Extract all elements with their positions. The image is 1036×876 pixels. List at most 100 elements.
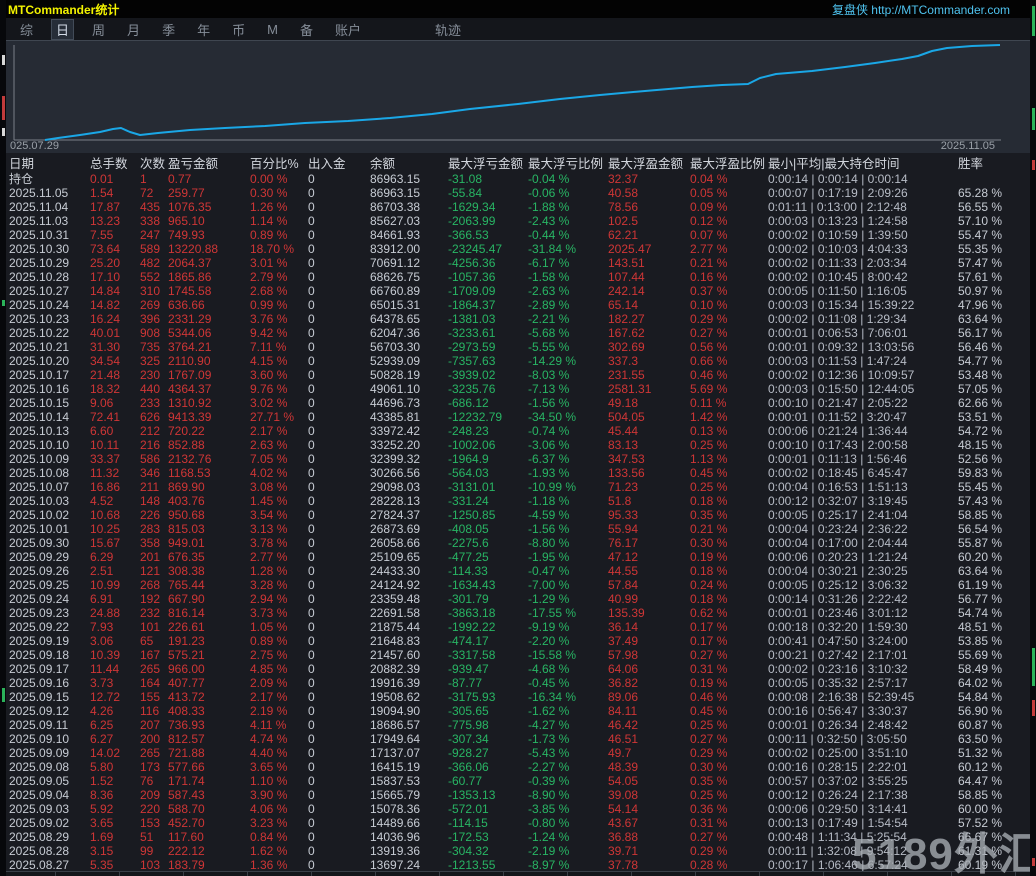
column-header-max-float-loss-pct[interactable]: 最大浮亏比例 — [528, 156, 608, 172]
column-header-percent[interactable]: 百分比% — [250, 156, 308, 172]
cell-max-float-loss: -3131.01 — [448, 480, 528, 494]
column-header-date[interactable]: 日期 — [9, 156, 90, 172]
cell-profit: 736.93 — [168, 718, 250, 732]
table-row[interactable]: 2025.09.124.26116408.332.19 %019094.90-3… — [0, 704, 1036, 718]
table-row[interactable]: 2025.09.296.29201676.352.77 %025109.65-4… — [0, 550, 1036, 564]
table-row[interactable]: 2025.10.2414.82269636.660.99 %065015.31-… — [0, 298, 1036, 312]
table-row[interactable]: 2025.09.1512.72155413.722.17 %019508.62-… — [0, 690, 1036, 704]
menu-item-trajectory[interactable]: 轨迹 — [431, 19, 465, 40]
table-row[interactable]: 2025.10.159.062331310.923.02 %044696.73-… — [0, 396, 1036, 410]
table-row[interactable]: 2025.11.0313.23338965.101.14 %085627.03-… — [0, 214, 1036, 228]
menu-item-6[interactable]: 币 — [228, 19, 249, 40]
table-row[interactable]: 2025.10.136.60212720.222.17 %033972.42-2… — [0, 424, 1036, 438]
table-row[interactable]: 2025.09.035.92220588.704.06 %015078.36-5… — [0, 802, 1036, 816]
table-row[interactable]: 2025.09.3015.67358949.013.78 %026058.66-… — [0, 536, 1036, 550]
table-row[interactable]: 2025.09.051.5276171.741.10 %015837.53-60… — [0, 774, 1036, 788]
menu-item-3[interactable]: 月 — [123, 19, 144, 40]
cell-max-float-profit: 135.39 — [608, 606, 690, 620]
table-row[interactable]: 2025.10.0811.323461168.534.02 %030266.56… — [0, 466, 1036, 480]
cell-max-float-loss: -3175.93 — [448, 690, 528, 704]
column-header-max-float-profit[interactable]: 最大浮盈金额 — [608, 156, 690, 172]
table-row[interactable]: 2025.09.2510.99268765.443.28 %024124.92-… — [0, 578, 1036, 592]
column-header-win-rate[interactable]: 胜率 — [958, 156, 1028, 172]
menu-item-5[interactable]: 年 — [193, 19, 214, 40]
cell-date: 2025.09.18 — [9, 648, 90, 662]
cell-balance: 33972.42 — [370, 424, 448, 438]
table-row[interactable]: 2025.09.227.93101226.611.05 %021875.44-1… — [0, 620, 1036, 634]
cell-percent: 3.28 % — [250, 578, 308, 592]
table-row[interactable]: 2025.10.2316.243962331.293.76 %064378.65… — [0, 312, 1036, 326]
table-row[interactable]: 2025.10.2131.307353764.217.11 %056703.30… — [0, 340, 1036, 354]
cell-max-float-profit: 167.62 — [608, 326, 690, 340]
table-row[interactable]: 2025.09.1711.44265966.004.85 %020882.39-… — [0, 662, 1036, 676]
table-row[interactable]: 2025.09.116.25207736.934.11 %018686.57-7… — [0, 718, 1036, 732]
menu-item-4[interactable]: 季 — [158, 19, 179, 40]
table-row[interactable]: 2025.10.2240.019085344.069.42 %062047.36… — [0, 326, 1036, 340]
table-row[interactable]: 2025.09.1810.39167575.212.75 %021457.60-… — [0, 648, 1036, 662]
column-header-trades[interactable]: 次数 — [140, 156, 168, 172]
table-row[interactable]: 2025.09.163.73164407.772.09 %019916.39-8… — [0, 676, 1036, 690]
table-row[interactable]: 2025.10.1618.324404364.379.76 %049061.10… — [0, 382, 1036, 396]
equity-chart[interactable]: 025.07.29 2025.11.05 — [0, 40, 1036, 153]
cell-date: 2025.10.14 — [9, 410, 90, 424]
menu-item-0[interactable]: 综 — [16, 19, 37, 40]
column-header-hold-time[interactable]: 最小|平均|最大持仓时间 — [768, 156, 958, 172]
table-row[interactable]: 2025.10.034.52148403.761.45 %028228.13-3… — [0, 494, 1036, 508]
table-row[interactable]: 2025.11.051.5472259.770.30 %086963.15-55… — [0, 186, 1036, 200]
table-row[interactable]: 2025.10.317.55247749.930.89 %084661.93-3… — [0, 228, 1036, 242]
cell-balance: 84661.93 — [370, 228, 448, 242]
table-row[interactable]: 2025.10.1721.482301767.093.60 %050828.19… — [0, 368, 1036, 382]
cell-date: 2025.08.27 — [9, 858, 90, 872]
table-row[interactable]: 2025.09.262.51121308.381.28 %024433.30-1… — [0, 564, 1036, 578]
menu-item-8[interactable]: 备 — [296, 19, 317, 40]
cell-trades: 552 — [140, 270, 168, 284]
app-window: MTCommander统计 复盘侠 http://MTCommander.com… — [0, 0, 1036, 876]
table-row[interactable]: 2025.10.2925.204822064.373.01 %070691.12… — [0, 256, 1036, 270]
cell-win-rate: 56.77 % — [958, 592, 1028, 606]
table-row[interactable]: 2025.10.1472.416269413.3927.71 %043385.8… — [0, 410, 1036, 424]
cell-profit: 4364.37 — [168, 382, 250, 396]
table-row[interactable]: 2025.11.0417.874351076.351.26 %086703.38… — [0, 200, 1036, 214]
cell-lots: 17.87 — [90, 200, 140, 214]
table-row[interactable]: 2025.10.2714.843101745.582.68 %066760.89… — [0, 284, 1036, 298]
column-header-max-float-loss[interactable]: 最大浮亏金额 — [448, 156, 528, 172]
menu-item-9[interactable]: 账户 — [331, 19, 365, 40]
column-header-lots[interactable]: 总手数 — [90, 156, 140, 172]
cell-percent: 2.17 % — [250, 690, 308, 704]
table-row[interactable]: 2025.09.048.36209587.433.90 %015665.79-1… — [0, 788, 1036, 802]
menu-item-7[interactable]: M — [263, 21, 282, 38]
table-row[interactable]: 2025.10.2817.105521865.862.79 %068626.75… — [0, 270, 1036, 284]
column-header-deposit[interactable]: 出入金 — [308, 156, 370, 172]
menu-item-2[interactable]: 周 — [88, 19, 109, 40]
table-row[interactable]: 2025.10.0210.68226950.683.54 %027824.37-… — [0, 508, 1036, 522]
cell-percent: 9.76 % — [250, 382, 308, 396]
cell-hold-time: 0:01:11 | 0:13:00 | 2:12:48 — [768, 200, 958, 214]
column-header-balance[interactable]: 余额 — [370, 156, 448, 172]
cell-deposit: 0 — [308, 200, 370, 214]
cell-max-float-loss: -172.53 — [448, 830, 528, 844]
menu-item-1[interactable]: 日 — [51, 19, 74, 40]
table-row[interactable]: 持仓0.0110.770.00 %086963.15-31.08-0.04 %3… — [0, 172, 1036, 186]
table-row[interactable]: 2025.09.0914.02265721.884.40 %017137.07-… — [0, 746, 1036, 760]
table-row[interactable]: 2025.09.085.80173577.663.65 %016415.19-3… — [0, 760, 1036, 774]
table-row[interactable]: 2025.10.0716.86211869.903.08 %029098.03-… — [0, 480, 1036, 494]
cell-balance: 23359.48 — [370, 592, 448, 606]
column-header-profit[interactable]: 盈亏金额 — [168, 156, 250, 172]
table-row[interactable]: 2025.09.106.27200812.574.74 %017949.64-3… — [0, 732, 1036, 746]
table-row[interactable]: 2025.09.246.91192667.902.94 %023359.48-3… — [0, 592, 1036, 606]
brand-link[interactable]: 复盘侠 http://MTCommander.com — [832, 1, 1010, 18]
cell-max-float-profit: 143.51 — [608, 256, 690, 270]
table-row[interactable]: 2025.09.2324.88232816.143.73 %022691.58-… — [0, 606, 1036, 620]
table-row[interactable]: 2025.10.3073.6458913220.8818.70 %083912.… — [0, 242, 1036, 256]
column-header-max-float-profit-pct[interactable]: 最大浮盈比例 — [690, 156, 768, 172]
table-row[interactable]: 2025.09.193.0665191.230.89 %021648.83-47… — [0, 634, 1036, 648]
cell-max-float-profit: 231.55 — [608, 368, 690, 382]
cell-max-float-loss-pct: -2.43 % — [528, 214, 608, 228]
table-row[interactable]: 2025.10.0933.375862132.767.05 %032399.32… — [0, 452, 1036, 466]
table-row[interactable]: 2025.10.0110.25283815.033.13 %026873.69-… — [0, 522, 1036, 536]
cell-lots: 16.86 — [90, 480, 140, 494]
cell-max-float-loss-pct: -15.58 % — [528, 648, 608, 662]
table-row[interactable]: 2025.10.1010.11216852.882.63 %033252.20-… — [0, 438, 1036, 452]
cell-profit: 408.33 — [168, 704, 250, 718]
table-row[interactable]: 2025.10.2034.543252110.904.15 %052939.09… — [0, 354, 1036, 368]
